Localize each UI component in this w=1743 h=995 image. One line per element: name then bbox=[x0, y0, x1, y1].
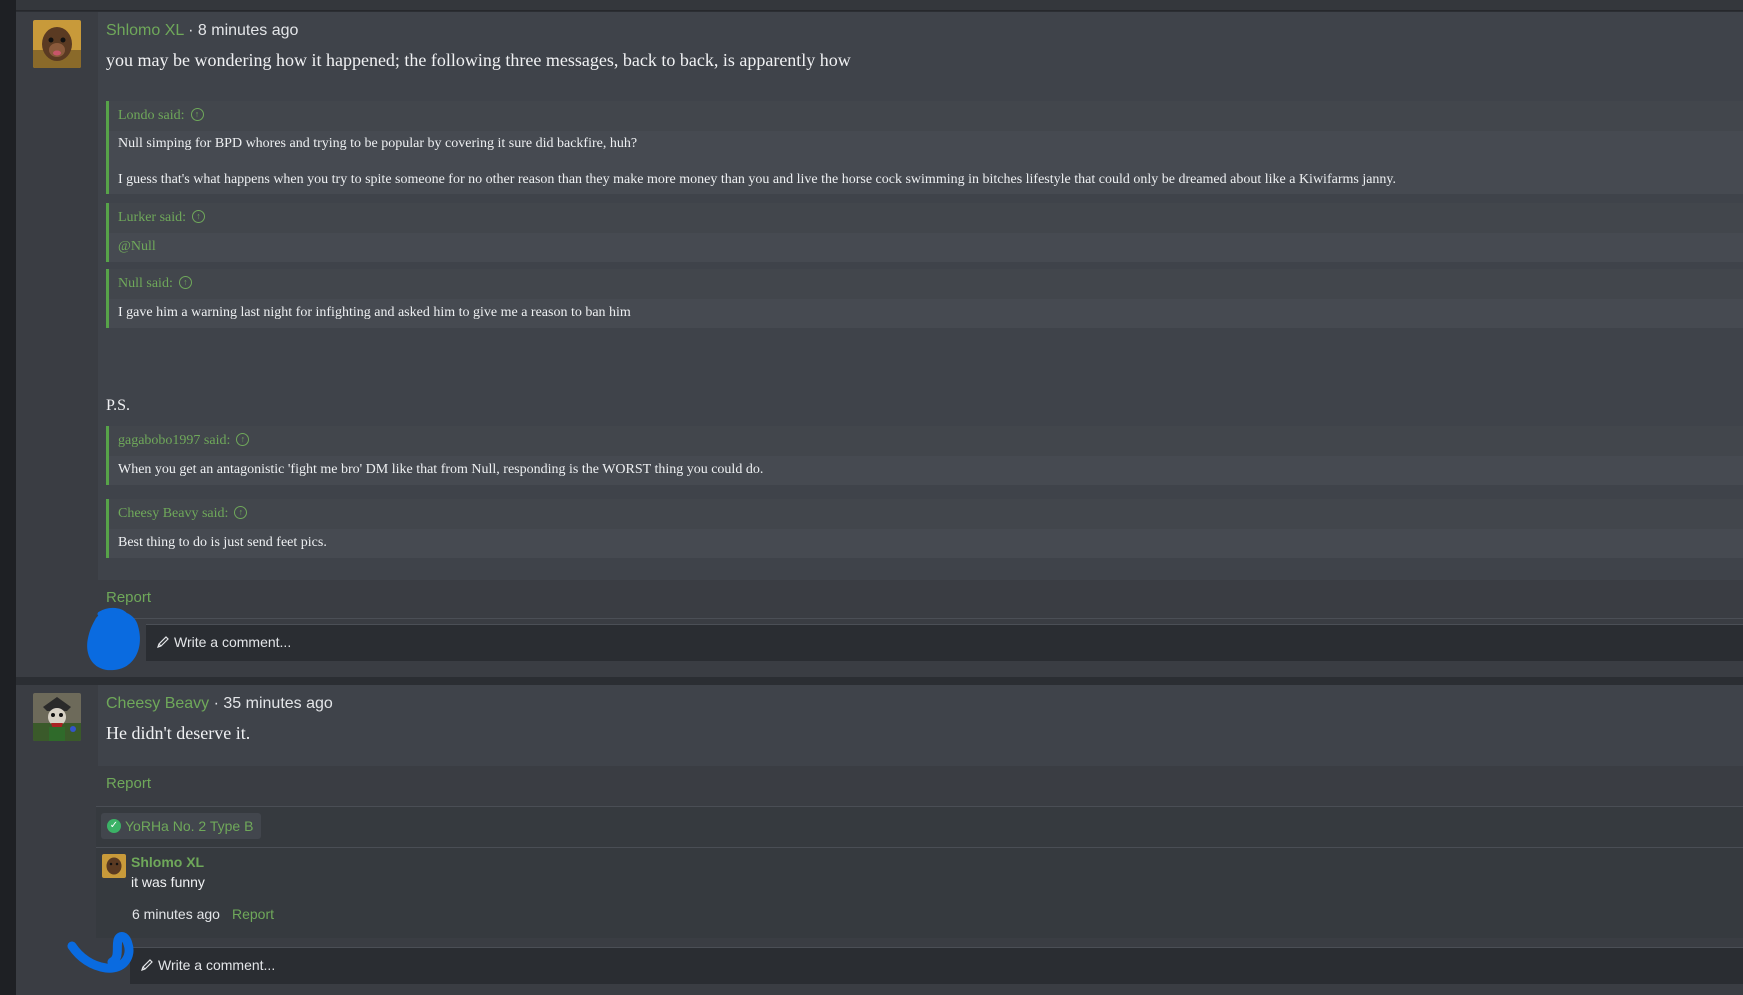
previous-post-bottom bbox=[16, 0, 1743, 11]
quote-block: Londo said: ↑ Null simping for BPD whores… bbox=[106, 101, 1743, 194]
quote-author-label: Null said: bbox=[118, 276, 173, 291]
post-header: Cheesy Beavy · 35 minutes ago bbox=[106, 695, 333, 713]
comment-item: Shlomo XL it was funny 6 minutes ago Rep… bbox=[96, 847, 1743, 938]
write-comment-label: Write a comment... bbox=[174, 634, 292, 650]
quote-content: @Null bbox=[109, 233, 1743, 257]
separator: · bbox=[188, 22, 194, 39]
write-comment-button[interactable]: Write a comment... bbox=[130, 947, 1743, 984]
reaction-button[interactable]: ✓ YoRHa No. 2 Type B bbox=[101, 813, 262, 839]
write-comment-label: Write a comment... bbox=[158, 957, 276, 973]
quote-paragraph: Null simping for BPD whores and trying t… bbox=[118, 136, 638, 151]
quote-paragraph: When you get an antagonistic 'fight me b… bbox=[118, 462, 764, 477]
profile-posts-page: Shlomo XL · 8 minutes ago you may be won… bbox=[0, 0, 1743, 995]
divider bbox=[104, 618, 1743, 619]
quote-block: gagabobo1997 said: ↑ When you get an anta… bbox=[106, 426, 1743, 485]
arrow-up-circle-icon[interactable]: ↑ bbox=[178, 276, 192, 290]
avatar[interactable] bbox=[33, 20, 81, 68]
reaction-label: YoRHa No. 2 Type B bbox=[125, 818, 254, 834]
profile-post: Shlomo XL · 8 minutes ago you may be won… bbox=[16, 12, 1743, 677]
quote-author[interactable]: gagabobo1997 said: ↑ bbox=[109, 426, 1743, 456]
comment-time[interactable]: 6 minutes ago bbox=[132, 906, 220, 922]
quote-paragraph: Best thing to do is just send feet pics. bbox=[118, 535, 327, 550]
separator: · bbox=[213, 695, 219, 712]
quote-author[interactable]: Cheesy Beavy said: ↑ bbox=[109, 499, 1743, 529]
comment-text: it was funny bbox=[131, 874, 205, 890]
post-text: He didn't deserve it. bbox=[106, 723, 251, 743]
quote-content: When you get an antagonistic 'fight me b… bbox=[109, 456, 1743, 480]
reaction-bar: ✓ YoRHa No. 2 Type B bbox=[96, 806, 1743, 847]
left-edge-strip bbox=[0, 0, 16, 995]
quote-author-label: Lurker said: bbox=[118, 210, 187, 225]
username-link[interactable]: Cheesy Beavy bbox=[106, 695, 209, 712]
quote-content: Best thing to do is just send feet pics. bbox=[109, 529, 1743, 553]
avatar[interactable] bbox=[33, 693, 81, 741]
arrow-up-circle-icon[interactable]: ↑ bbox=[236, 433, 250, 447]
post-text: you may be wondering how it happened; th… bbox=[106, 50, 851, 70]
quote-author-label: Londo said: bbox=[118, 108, 185, 123]
post-body: Cheesy Beavy · 35 minutes ago He didn't … bbox=[98, 685, 1743, 766]
write-comment-button[interactable]: Write a comment... bbox=[146, 624, 1743, 661]
quote-author[interactable]: Londo said: ↑ bbox=[109, 101, 1743, 131]
post-time[interactable]: 35 minutes ago bbox=[223, 695, 332, 712]
quote-author[interactable]: Null said: ↑ bbox=[109, 269, 1743, 299]
quote-block: Lurker said: ↑ @Null bbox=[106, 203, 1743, 262]
quote-paragraph: I guess that's what happens when you try… bbox=[118, 172, 1397, 187]
post-body: Shlomo XL · 8 minutes ago you may be won… bbox=[98, 12, 1743, 580]
arrow-up-circle-icon[interactable]: ↑ bbox=[234, 506, 248, 520]
post-header: Shlomo XL · 8 minutes ago bbox=[106, 22, 298, 40]
post-time[interactable]: 8 minutes ago bbox=[198, 22, 299, 39]
quote-author[interactable]: Lurker said: ↑ bbox=[109, 203, 1743, 233]
arrow-up-circle-icon[interactable]: ↑ bbox=[190, 108, 204, 122]
quote-author-label: Cheesy Beavy said: bbox=[118, 506, 229, 521]
comment-username[interactable]: Shlomo XL bbox=[131, 854, 204, 870]
quote-content: I gave him a warning last night for infi… bbox=[109, 299, 1743, 323]
quote-paragraph: I gave him a warning last night for infi… bbox=[118, 305, 631, 320]
blue-scribble-annotation bbox=[67, 932, 134, 973]
arrow-up-circle-icon[interactable]: ↑ bbox=[192, 210, 206, 224]
blue-scribble-annotation bbox=[87, 607, 140, 671]
quote-content: Null simping for BPD whores and trying t… bbox=[109, 131, 1743, 190]
username-link[interactable]: Shlomo XL bbox=[106, 22, 184, 39]
report-link[interactable]: Report bbox=[106, 775, 151, 792]
quote-author-label: gagabobo1997 said: bbox=[118, 433, 231, 448]
user-mention[interactable]: @Null bbox=[118, 239, 156, 254]
comment-report-link[interactable]: Report bbox=[232, 906, 274, 922]
comment-avatar[interactable] bbox=[102, 854, 126, 878]
pencil-icon bbox=[157, 636, 169, 648]
check-circle-icon: ✓ bbox=[107, 819, 121, 833]
quote-block: Null said: ↑ I gave him a warning last ni… bbox=[106, 269, 1743, 328]
ps-text: P.S. bbox=[106, 397, 131, 414]
quote-block: Cheesy Beavy said: ↑ Best thing to do is … bbox=[106, 499, 1743, 558]
